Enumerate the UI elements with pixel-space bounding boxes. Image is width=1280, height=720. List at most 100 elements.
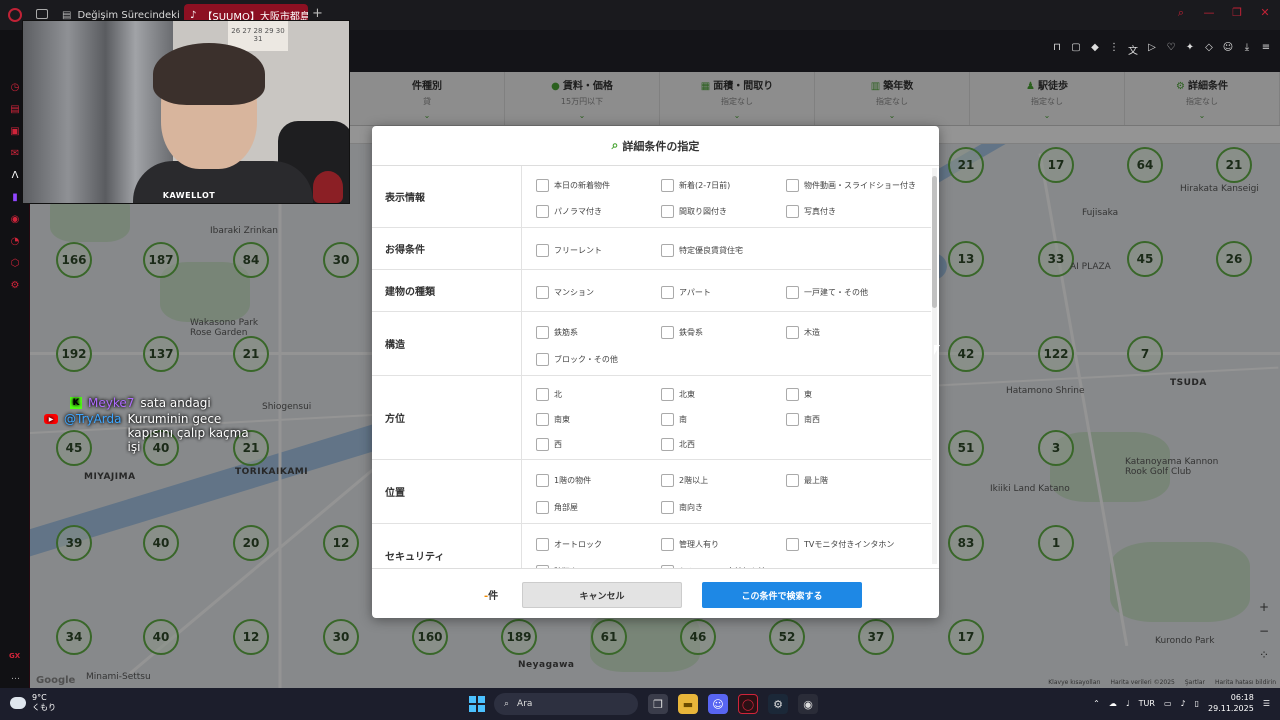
taskbar-search[interactable]: ⌕ Ara — [494, 693, 638, 715]
scrollbar-thumb[interactable] — [932, 176, 937, 308]
option-checkbox[interactable]: 南 — [661, 411, 786, 429]
option-checkbox[interactable]: 防犯カメラ — [536, 561, 661, 568]
checkbox-box[interactable] — [536, 500, 549, 514]
obs-icon[interactable]: ◉ — [798, 694, 818, 714]
option-checkbox[interactable]: 角部屋 — [536, 497, 661, 517]
option-checkbox[interactable]: 西 — [536, 435, 661, 453]
checkbox-box[interactable] — [536, 325, 549, 339]
checkbox-box[interactable] — [536, 412, 549, 426]
option-checkbox[interactable]: アパート — [661, 280, 786, 305]
option-checkbox[interactable]: 南向き — [661, 497, 786, 517]
opera-gx-icon[interactable]: ◯ — [738, 694, 758, 714]
checkbox-box[interactable] — [786, 412, 799, 426]
option-checkbox[interactable]: 東 — [786, 386, 926, 404]
option-checkbox[interactable]: 新着(2-7日前) — [661, 176, 786, 195]
option-checkbox[interactable]: マンション — [536, 280, 661, 305]
option-checkbox[interactable]: 北西 — [661, 435, 786, 453]
microphone-icon[interactable]: ♩ — [1126, 699, 1130, 708]
checkbox-box[interactable] — [786, 205, 799, 218]
kick-icon[interactable]: Λ — [12, 170, 19, 182]
checkbox-box[interactable] — [661, 244, 674, 257]
cloud-sync-icon[interactable]: ☁ — [1109, 699, 1117, 708]
option-checkbox[interactable]: フリーレント — [536, 238, 661, 263]
option-checkbox[interactable]: 特定優良賃貸住宅 — [661, 238, 786, 263]
checkbox-box[interactable] — [661, 179, 674, 192]
file-explorer-icon[interactable]: ▬ — [678, 694, 698, 714]
minimize-icon[interactable]: — — [1202, 6, 1216, 20]
bookmark-icon[interactable]: ⊓ — [1051, 42, 1063, 57]
twitch-icon[interactable]: ▮ — [12, 192, 18, 204]
option-checkbox[interactable]: 間取り図付き — [661, 202, 786, 221]
instagram-icon[interactable]: ▣ — [10, 126, 19, 138]
new-tab-button[interactable]: + — [312, 6, 323, 21]
option-checkbox[interactable]: 鉄骨系 — [661, 322, 786, 342]
option-checkbox[interactable]: 最上階 — [786, 470, 926, 490]
option-checkbox[interactable]: 木造 — [786, 322, 926, 342]
task-view-icon[interactable]: ❐ — [648, 694, 668, 714]
settings-icon[interactable]: ⚙ — [11, 280, 20, 292]
opera-logo-icon[interactable] — [8, 8, 22, 22]
steam-icon[interactable]: ⚙ — [768, 694, 788, 714]
discord-icon[interactable]: ☺ — [708, 694, 728, 714]
maximize-icon[interactable]: ❐ — [1230, 6, 1244, 20]
checkbox-box[interactable] — [786, 388, 799, 402]
download-icon[interactable]: ⤓ — [1241, 42, 1253, 57]
option-checkbox[interactable]: ブロック・その他 — [536, 349, 661, 369]
checkbox-box[interactable] — [661, 412, 674, 426]
puzzle-icon[interactable]: ✦ — [1184, 42, 1196, 57]
search-icon[interactable]: ⌕ — [1174, 6, 1188, 20]
checkbox-box[interactable] — [536, 473, 549, 487]
language-indicator[interactable]: TUR — [1139, 699, 1155, 708]
checkbox-box[interactable] — [536, 388, 549, 402]
weather-widget[interactable]: 9°C くもり — [10, 693, 56, 713]
option-checkbox[interactable]: 1階の物件 — [536, 470, 661, 490]
volume-icon[interactable]: ♪ — [1181, 699, 1186, 708]
play-icon[interactable]: ▷ — [1146, 42, 1158, 57]
checkbox-box[interactable] — [661, 388, 674, 402]
option-checkbox[interactable]: 南東 — [536, 411, 661, 429]
cancel-button[interactable]: キャンセル — [522, 582, 682, 608]
readmode-icon[interactable]: ⋮ — [1108, 42, 1120, 57]
menu-icon[interactable]: ≡ — [1260, 42, 1272, 57]
checkbox-box[interactable] — [536, 244, 549, 257]
snapshot-icon[interactable]: ▢ — [1070, 42, 1082, 57]
checkbox-box[interactable] — [661, 473, 674, 487]
checkbox-box[interactable] — [786, 325, 799, 339]
checkbox-box[interactable] — [661, 325, 674, 339]
workspace-icon[interactable] — [36, 9, 48, 19]
shield-icon[interactable]: ◆ — [1089, 42, 1101, 57]
checkbox-box[interactable] — [661, 437, 674, 451]
checkbox-box[interactable] — [536, 205, 549, 218]
option-checkbox[interactable]: 南西 — [786, 411, 926, 429]
search-with-conditions-button[interactable]: この条件で検索する — [702, 582, 862, 608]
cube-icon[interactable]: ⬡ — [11, 258, 20, 270]
checkbox-box[interactable] — [536, 537, 549, 551]
option-checkbox[interactable]: 管理人有り — [661, 534, 786, 554]
option-checkbox[interactable]: 2階以上 — [661, 470, 786, 490]
checkbox-box[interactable] — [661, 205, 674, 218]
option-checkbox[interactable]: セキュリティ会社加入済 — [661, 561, 786, 568]
modal-scrollbar[interactable] — [932, 168, 937, 564]
clock-icon[interactable]: ◔ — [11, 236, 20, 248]
option-checkbox[interactable]: オートロック — [536, 534, 661, 554]
checkbox-box[interactable] — [786, 179, 799, 192]
close-icon[interactable]: ✕ — [1258, 6, 1272, 20]
chevron-up-icon[interactable]: ⌃ — [1093, 699, 1100, 708]
folder-icon[interactable]: ▤ — [10, 104, 19, 116]
start-button[interactable] — [469, 696, 485, 712]
translate-icon[interactable]: 文 — [1127, 42, 1139, 57]
wallet-icon[interactable]: ◇ — [1203, 42, 1215, 57]
checkbox-box[interactable] — [786, 286, 799, 299]
clock[interactable]: 06:18 29.11.2025 — [1208, 692, 1254, 714]
option-checkbox[interactable]: 北 — [536, 386, 661, 404]
option-checkbox[interactable]: TVモニタ付きインタホン — [786, 534, 926, 554]
gx-icon[interactable]: GX — [9, 652, 20, 660]
option-checkbox[interactable]: 本日の新着物件 — [536, 176, 661, 195]
mail-icon[interactable]: ✉ — [11, 148, 19, 160]
checkbox-box[interactable] — [786, 473, 799, 487]
option-checkbox[interactable]: 写真付き — [786, 202, 926, 221]
network-icon[interactable]: ▭ — [1164, 699, 1172, 708]
checkbox-box[interactable] — [536, 437, 549, 451]
checkbox-box[interactable] — [536, 352, 549, 366]
option-checkbox[interactable]: 鉄筋系 — [536, 322, 661, 342]
